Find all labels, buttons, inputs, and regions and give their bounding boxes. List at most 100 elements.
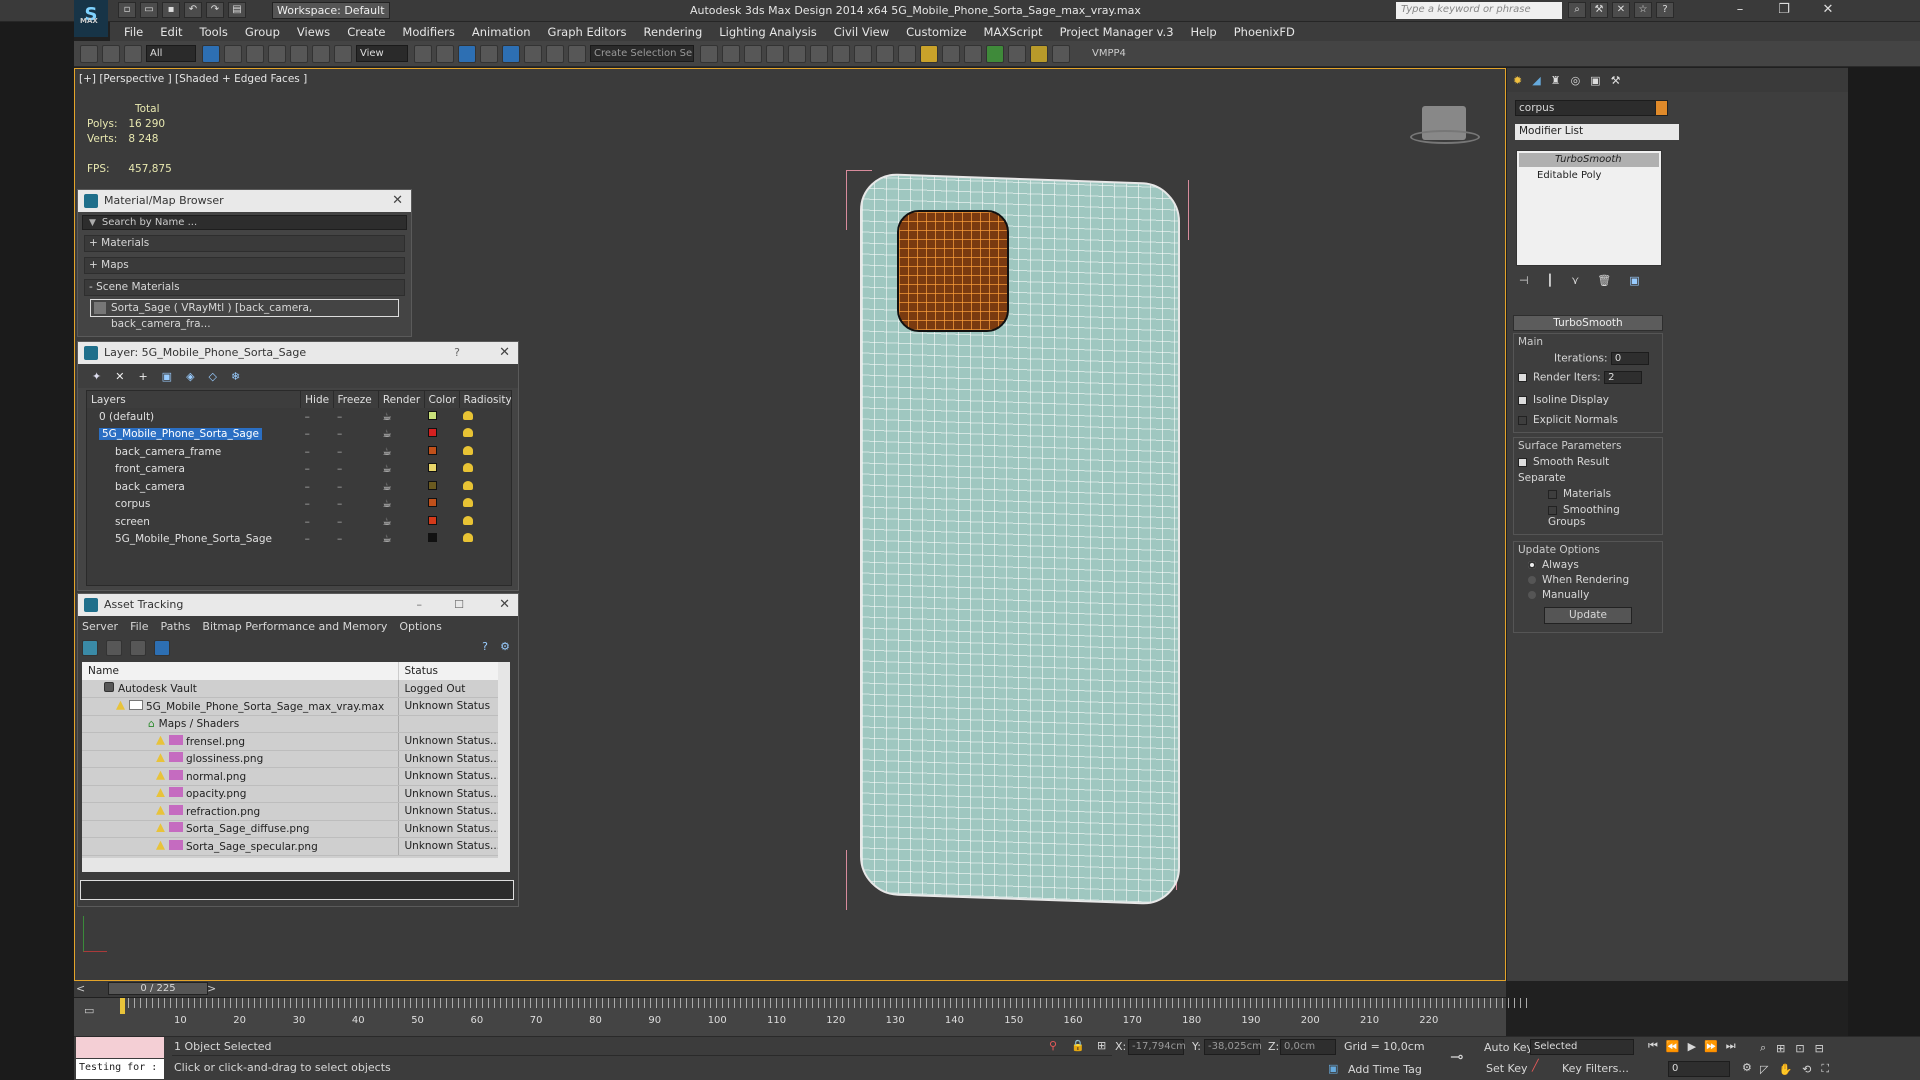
vray-toolbar-icon-3[interactable] [986, 44, 1004, 63]
align-icon[interactable] [722, 44, 740, 63]
update-always-radio[interactable] [1528, 561, 1536, 569]
column-color[interactable]: Color [424, 391, 460, 408]
layer-name-cell[interactable]: 5G_Mobile_Phone_Sorta_Sage [87, 426, 301, 444]
maximize-icon[interactable]: ☐ [454, 594, 464, 616]
select-by-name-icon[interactable] [224, 44, 242, 63]
play-icon[interactable]: ▶ [1688, 1040, 1696, 1053]
chevron-down-icon[interactable]: ▼ [89, 218, 96, 228]
layer-color-cell[interactable] [424, 443, 459, 461]
asset-name-cell[interactable]: normal.png [82, 767, 398, 786]
rendered-frame-window-icon[interactable] [876, 44, 894, 63]
time-slider-next-icon[interactable]: > [207, 982, 216, 995]
maximize-button[interactable]: ❐ [1762, 0, 1806, 22]
asset-menu-options[interactable]: Options [399, 620, 441, 633]
spinner-snap-icon[interactable] [546, 44, 564, 63]
go-to-start-icon[interactable]: ⏮ [1648, 1039, 1658, 1053]
asset-status-cell[interactable] [397, 715, 509, 733]
layer-hide-toggle[interactable]: – [301, 426, 333, 444]
column-status[interactable]: Status [398, 662, 509, 680]
help-icon[interactable]: ? [482, 640, 488, 653]
layer-freeze-toggle[interactable]: – [333, 426, 378, 444]
hide-all-layers-icon[interactable]: ◇ [209, 370, 217, 383]
maxscript-listener-pink[interactable] [76, 1037, 164, 1058]
selection-filter-dropdown[interactable]: All [146, 45, 196, 62]
layer-render-teapot-icon[interactable]: ☕ [378, 408, 424, 426]
current-frame-marker[interactable] [120, 998, 125, 1014]
separate-smoothing-groups-checkbox[interactable] [1548, 505, 1557, 515]
mirror-icon[interactable] [700, 44, 718, 63]
layer-radiosity-cell[interactable] [459, 408, 511, 426]
thumbnail-view-icon[interactable] [130, 640, 146, 656]
asset-row[interactable]: opacity.png Unknown Status... [82, 785, 509, 803]
asset-name-cell[interactable]: ⌂ Maps / Shaders [82, 715, 398, 733]
layer-row[interactable]: front_camera – – ☕ [87, 461, 511, 479]
layer-radiosity-cell[interactable] [459, 461, 511, 479]
open-mini-curve-editor-icon[interactable]: ▭ [84, 1004, 94, 1017]
column-hide[interactable]: Hide [300, 391, 334, 408]
menu-graph-editors[interactable]: Graph Editors [548, 25, 627, 39]
layer-row[interactable]: corpus – – ☕ [87, 496, 511, 514]
absolute-mode-transform-icon[interactable]: ⊞ [1097, 1039, 1106, 1052]
time-slider[interactable]: < 0 / 225 > [74, 981, 1506, 997]
vray-toolbar-icon-4[interactable] [1008, 44, 1026, 63]
rectangular-selection-icon[interactable] [246, 44, 264, 63]
asset-name-cell[interactable]: frensel.png [82, 732, 398, 751]
open-file-icon[interactable]: ▭ [140, 2, 158, 18]
motion-tab-icon[interactable]: ◎ [1571, 74, 1581, 87]
menu-help[interactable]: Help [1191, 25, 1217, 39]
layer-name-cell[interactable]: front_camera [87, 461, 301, 479]
layer-freeze-toggle[interactable]: – [333, 513, 378, 531]
asset-name-cell[interactable]: Sorta_Sage_diffuse.png [82, 820, 398, 838]
asset-status-cell[interactable]: Unknown Status... [397, 732, 509, 751]
isoline-display-checkbox[interactable] [1518, 395, 1527, 405]
layer-hide-toggle[interactable]: – [301, 513, 333, 531]
layer-render-teapot-icon[interactable]: ☕ [378, 426, 424, 444]
minimize-button[interactable]: – [1718, 0, 1762, 22]
minimize-icon[interactable]: – [417, 594, 423, 616]
layer-hide-toggle[interactable]: – [301, 496, 333, 514]
asset-name-cell[interactable]: refraction.png [82, 802, 398, 821]
layer-freeze-toggle[interactable]: – [333, 531, 378, 549]
create-layer-icon[interactable]: ✦ [92, 370, 101, 383]
redo-icon[interactable]: ↷ [206, 2, 224, 18]
radiosity-bulb-icon[interactable] [463, 463, 474, 473]
vray-toolbar-icon-2[interactable] [964, 44, 982, 63]
crown-icon[interactable] [1052, 44, 1070, 63]
unlink-icon[interactable] [102, 44, 120, 63]
asset-menu-file[interactable]: File [130, 620, 148, 633]
layer-color-swatch[interactable] [428, 463, 438, 473]
remove-modifier-icon[interactable]: 🗑 [1597, 274, 1611, 287]
modifier-list-dropdown[interactable]: Modifier List [1515, 124, 1679, 140]
pan-view-icon[interactable]: ✋ [1778, 1063, 1792, 1076]
menu-edit[interactable]: Edit [160, 25, 182, 39]
asset-name-cell[interactable]: Sorta_Sage_specular.png [82, 837, 398, 856]
layer-hide-toggle[interactable]: – [301, 461, 333, 479]
show-end-result-icon[interactable]: ┃ [1547, 274, 1554, 287]
scene-material-item[interactable]: Sorta_Sage ( VRayMtl ) [back_camera, bac… [90, 299, 399, 330]
radiosity-bulb-icon[interactable] [463, 480, 474, 490]
smooth-result-checkbox[interactable] [1518, 457, 1527, 467]
object-name-field[interactable]: corpus [1515, 100, 1667, 116]
current-frame-field[interactable]: 0 [1668, 1061, 1730, 1077]
menu-group[interactable]: Group [245, 25, 280, 39]
time-configuration-icon[interactable]: ⚙ [1742, 1061, 1752, 1074]
radiosity-bulb-icon[interactable] [463, 515, 474, 525]
layer-color-swatch[interactable] [428, 428, 438, 438]
freeze-all-layers-icon[interactable]: ❄ [231, 370, 240, 383]
asset-row[interactable]: glossiness.png Unknown Status... [82, 750, 509, 768]
layer-color-cell[interactable] [424, 496, 459, 514]
radiosity-bulb-icon[interactable] [463, 428, 474, 438]
update-button[interactable]: Update [1544, 607, 1632, 624]
layer-name-cell[interactable]: 0 (default) [87, 408, 301, 426]
menu-create[interactable]: Create [347, 25, 385, 39]
frame-counter-thumb[interactable]: 0 / 225 [108, 982, 208, 995]
menu-civil-view[interactable]: Civil View [834, 25, 889, 39]
menu-customize[interactable]: Customize [906, 25, 966, 39]
delete-layer-icon[interactable]: ✕ [115, 370, 124, 383]
close-icon[interactable]: ✕ [392, 190, 403, 212]
layer-row[interactable]: 5G_Mobile_Phone_Sorta_Sage – – ☕ [87, 531, 511, 549]
asset-status-cell[interactable]: Logged Out [397, 680, 509, 698]
link-icon[interactable] [80, 44, 98, 63]
rotate-icon[interactable] [312, 44, 330, 63]
asset-row[interactable]: Sorta_Sage_specular.png Unknown Status... [82, 837, 509, 856]
